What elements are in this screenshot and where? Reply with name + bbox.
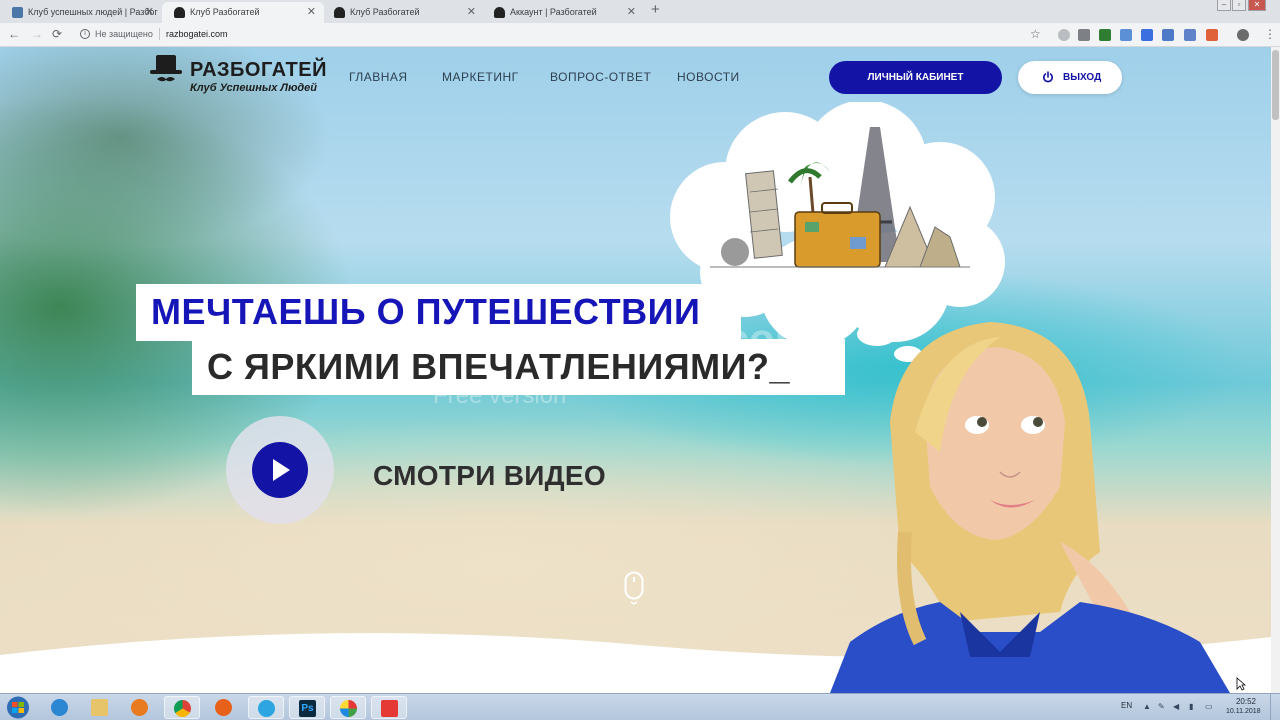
taskbar-screen-recorder[interactable] (371, 696, 407, 719)
top-hat-logo-icon (150, 55, 182, 82)
chrome-icon (174, 700, 191, 717)
taskbar-ie[interactable] (42, 696, 78, 719)
security-status[interactable]: Не защищено (95, 29, 153, 39)
browser-menu-icon[interactable]: ⋮ (1264, 27, 1276, 41)
media-player-icon (131, 699, 148, 716)
logo-subtitle: Клуб Успешных Людей (190, 82, 317, 94)
screen-recorder-icon (381, 700, 398, 717)
tab-title: Клуб успешных людей | Разбог (28, 7, 158, 17)
network-icon[interactable]: ▮ (1189, 702, 1198, 711)
browser-tab-2[interactable]: Клуб Разбогатей ✕ (162, 2, 324, 23)
forward-button[interactable]: → (31, 27, 43, 41)
nav-home[interactable]: ГЛАВНАЯ (349, 70, 408, 84)
browser-tab-4[interactable]: Аккаунт | Разбогатей ✕ (482, 2, 644, 23)
close-tab-icon[interactable]: ✕ (467, 5, 476, 18)
language-indicator[interactable]: EN (1121, 701, 1132, 710)
action-center-icon[interactable]: ▭ (1205, 702, 1214, 711)
taskbar-telegram[interactable] (248, 696, 284, 719)
telegram-icon (258, 700, 275, 717)
info-icon[interactable]: i (80, 29, 90, 39)
page-scrollbar[interactable] (1271, 47, 1280, 693)
taskbar-chrome[interactable] (164, 696, 200, 719)
extension-3-icon[interactable] (1099, 29, 1111, 41)
extension-5-icon[interactable] (1141, 29, 1153, 41)
maximize-window-button[interactable]: ▫ (1232, 0, 1246, 11)
show-desktop-button[interactable] (1270, 694, 1280, 720)
profile-avatar[interactable] (1237, 29, 1249, 41)
extension-6-icon[interactable] (1162, 29, 1174, 41)
exit-label: ВЫХОД (1063, 72, 1102, 83)
url-field[interactable]: razbogatei.com (166, 29, 228, 39)
aperture-icon (340, 700, 357, 717)
extension-1-icon[interactable] (1058, 29, 1070, 41)
hat-favicon-icon (334, 7, 345, 18)
windows-start-icon[interactable] (3, 695, 33, 720)
scroll-mouse-icon[interactable] (624, 571, 644, 605)
hat-favicon-icon (174, 7, 185, 18)
close-tab-icon[interactable]: ✕ (627, 5, 636, 18)
headline-line-2: С ЯРКИМИ ВПЕЧАТЛЕНИЯМИ?_ (207, 346, 790, 387)
tray-pen-icon[interactable]: ✎ (1158, 702, 1167, 711)
vk-favicon-icon (12, 7, 23, 18)
tab-title: Аккаунт | Разбогатей (510, 7, 597, 17)
clock-date[interactable]: 10.11.2018 (1226, 708, 1261, 715)
travel-landmarks-illustration (710, 127, 970, 268)
tab-title: Клуб Разбогатей (190, 7, 260, 17)
folder-icon (91, 699, 108, 716)
play-icon (273, 459, 290, 481)
bookmark-star-icon[interactable]: ☆ (1030, 27, 1041, 41)
taskbar-photoshop[interactable]: Ps (289, 696, 325, 719)
clock-time[interactable]: 20:52 (1228, 697, 1264, 706)
address-bar: ← → ⟳ i Не защищено razbogatei.com ☆ ⋮ (0, 23, 1280, 47)
close-tab-icon[interactable]: ✕ (145, 5, 154, 18)
extension-4-icon[interactable] (1120, 29, 1132, 41)
tray-arrow-icon[interactable]: ▲ (1143, 702, 1152, 711)
tab-title: Клуб Разбогатей (350, 7, 420, 17)
nav-faq[interactable]: ВОПРОС-ОТВЕТ (550, 70, 651, 84)
power-icon (1043, 71, 1053, 83)
logo-title[interactable]: РАЗБОГАТЕЙ (190, 59, 327, 82)
mouse-cursor-icon (1236, 677, 1246, 691)
minimize-window-button[interactable]: – (1217, 0, 1231, 11)
volume-icon[interactable]: ◀ (1173, 702, 1182, 711)
windows-taskbar: Ps EN ▲ ✎ ◀ ▮ ▭ 20:52 10.11.2018 (0, 693, 1280, 720)
browser-tab-strip: Клуб успешных людей | Разбог ✕ Клуб Разб… (0, 0, 1280, 23)
back-button[interactable]: ← (8, 27, 20, 41)
page-viewport: РАЗБОГАТЕЙ Клуб Успешных Людей ГЛАВНАЯ М… (0, 47, 1271, 693)
browser-tab-1[interactable]: Клуб успешных людей | Разбог ✕ (0, 2, 162, 23)
taskbar-aperture[interactable] (330, 696, 366, 719)
thinking-woman-image (830, 322, 1230, 693)
extension-2-icon[interactable] (1078, 29, 1090, 41)
taskbar-media-player[interactable] (122, 696, 158, 719)
exit-button[interactable]: ВЫХОД (1018, 61, 1122, 94)
new-tab-button[interactable]: + (651, 1, 660, 18)
url-divider (159, 28, 160, 40)
reload-button[interactable]: ⟳ (52, 27, 62, 41)
close-window-button[interactable]: ✕ (1248, 0, 1266, 11)
nav-marketing[interactable]: МАРКЕТИНГ (442, 70, 519, 84)
close-tab-icon[interactable]: ✕ (307, 5, 316, 18)
browser-tab-3[interactable]: Клуб Разбогатей ✕ (322, 2, 484, 23)
nav-news[interactable]: НОВОСТИ (677, 70, 740, 84)
photoshop-icon: Ps (299, 700, 316, 717)
taskbar-explorer[interactable] (82, 696, 118, 719)
scrollbar-thumb[interactable] (1272, 50, 1279, 120)
hat-favicon-icon (494, 7, 505, 18)
extension-7-icon[interactable] (1184, 29, 1196, 41)
internet-explorer-icon (51, 699, 68, 716)
extension-8-icon[interactable] (1206, 29, 1218, 41)
watch-video-label[interactable]: СМОТРИ ВИДЕО (373, 460, 606, 492)
play-video-button[interactable] (252, 442, 308, 498)
firefox-icon (215, 699, 232, 716)
headline-line-1: МЕЧТАЕШЬ О ПУТЕШЕСТВИИ (151, 291, 701, 332)
taskbar-firefox[interactable] (206, 696, 242, 719)
personal-cabinet-button[interactable]: ЛИЧНЫЙ КАБИНЕТ (829, 61, 1002, 94)
